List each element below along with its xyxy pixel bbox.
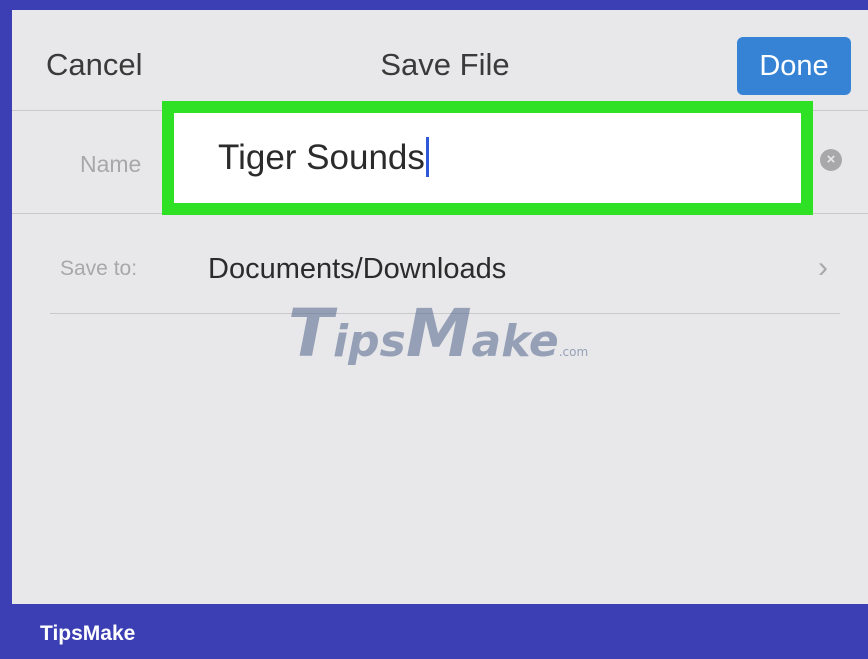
done-button[interactable]: Done — [737, 37, 851, 95]
file-name-text: Tiger Sounds — [218, 138, 425, 177]
save-to-label: Save to: — [60, 257, 138, 280]
footer-bar: TipsMake — [0, 604, 868, 659]
clear-text-icon[interactable]: × — [820, 149, 842, 171]
file-name-input[interactable]: Tiger Sounds — [174, 113, 801, 203]
chevron-right-icon: › — [818, 251, 828, 284]
text-cursor — [425, 136, 429, 177]
name-label: Name — [80, 151, 142, 177]
save-file-dialog: Cancel Save File Done Name × Tiger Sound… — [12, 10, 868, 604]
highlight-frame: Tiger Sounds — [162, 101, 813, 215]
watermark-logo: TipsMake.com — [288, 295, 589, 372]
save-to-path: Documents/Downloads — [208, 253, 507, 285]
navigation-bar: Cancel Save File Done — [12, 10, 868, 111]
footer-brand: TipsMake — [40, 622, 136, 645]
